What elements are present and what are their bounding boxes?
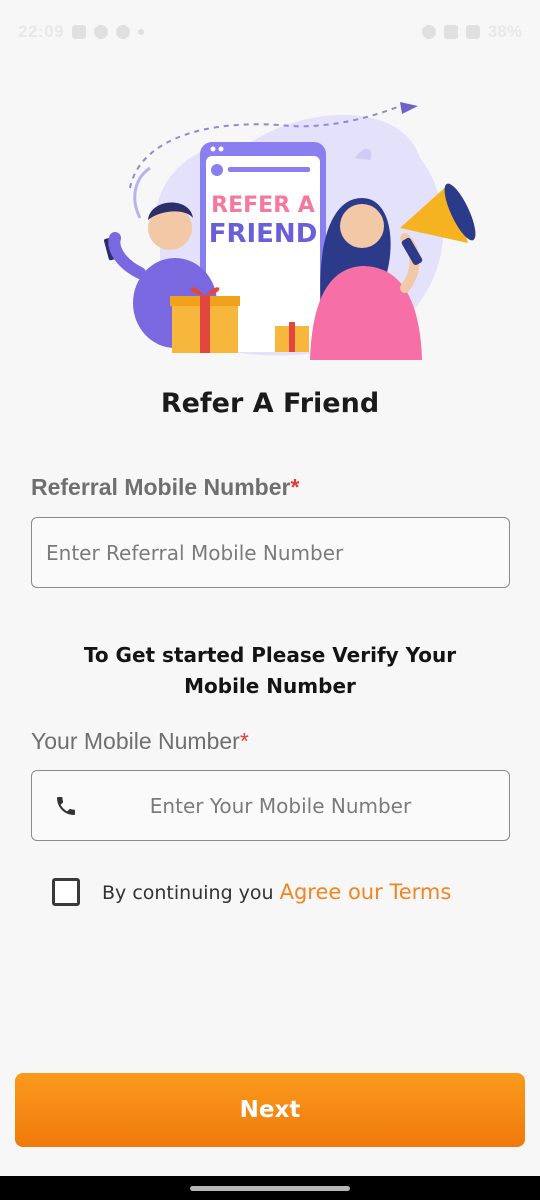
gallery-icon — [71, 25, 86, 39]
status-right: 38% — [421, 22, 522, 42]
terms-prefix: By continuing you — [102, 882, 274, 904]
referral-field-label: Referral Mobile Number* — [31, 474, 299, 501]
mobile-field-label: Your Mobile Number* — [31, 728, 249, 755]
phone-text-refer: REFER A — [211, 193, 315, 218]
signal-icon — [465, 25, 480, 39]
phone-sensor-dot — [218, 146, 224, 152]
status-bar: 22:09 38% — [0, 0, 540, 62]
terms-row: By continuing you Agree our Terms — [52, 878, 451, 906]
paper-plane-icon — [400, 102, 418, 114]
battery-level: 38% — [487, 22, 522, 41]
boy-arm — [108, 232, 146, 279]
status-time: 22:09 — [18, 22, 64, 41]
page-title: Refer A Friend — [160, 388, 380, 419]
home-gesture-handle[interactable] — [190, 1186, 350, 1191]
mobile-input-box[interactable] — [31, 770, 510, 841]
terms-checkbox[interactable] — [52, 878, 80, 906]
gift-box-large-ribbon — [200, 296, 210, 353]
settings-icon — [93, 25, 108, 39]
phone-camera-dot — [210, 146, 216, 152]
girl-head — [340, 204, 384, 248]
referral-input-box[interactable] — [31, 517, 510, 588]
your-mobile-input[interactable] — [88, 771, 509, 840]
next-button[interactable]: Next — [15, 1073, 525, 1147]
required-marker: * — [290, 474, 300, 500]
referral-label-text: Referral Mobile Number — [31, 474, 291, 500]
alarm-icon — [421, 25, 436, 39]
navigation-bar — [0, 1176, 540, 1200]
phone-header-line — [228, 167, 310, 172]
chat-icon — [115, 25, 130, 39]
referral-mobile-input[interactable] — [46, 518, 509, 587]
verify-note: To Get started Please Verify Your Mobile… — [83, 643, 457, 698]
mute-icon — [443, 25, 458, 39]
profile-icon — [211, 164, 223, 176]
terms-text: By continuing you Agree our Terms — [102, 880, 451, 904]
notification-dot-icon — [137, 29, 144, 35]
leaf-left — [133, 166, 151, 219]
gift-box-small-ribbon — [289, 322, 295, 352]
status-left: 22:09 — [18, 22, 144, 42]
refer-friend-illustration: REFER A FRIEND — [103, 102, 476, 360]
phone-icon — [57, 796, 75, 815]
mobile-label-text: Your Mobile Number — [31, 728, 240, 754]
required-marker: * — [239, 728, 249, 754]
phone-text-friend: FRIEND — [209, 219, 318, 249]
terms-link[interactable]: Agree our Terms — [280, 880, 452, 904]
